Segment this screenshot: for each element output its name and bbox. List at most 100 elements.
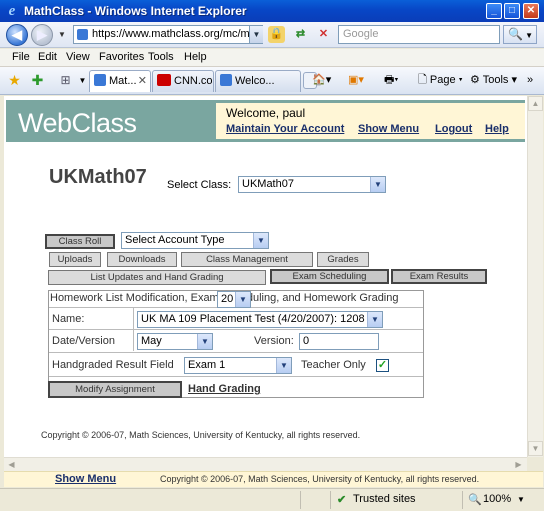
day-value: 20 <box>221 293 234 305</box>
user-panel: Welcome, paul Maintain Your Account Show… <box>216 103 525 139</box>
show-menu-link[interactable]: Show Menu <box>358 123 419 135</box>
menu-file[interactable]: File <box>12 51 30 63</box>
history-dropdown-icon[interactable]: ▼ <box>58 30 66 39</box>
home-icon[interactable]: 🏠▾ <box>312 72 331 88</box>
help-link[interactable]: Help <box>485 123 509 135</box>
class-roll-button[interactable]: Class Roll <box>45 234 115 249</box>
zoom-icon[interactable]: 🔍 <box>468 493 482 506</box>
refresh-icon[interactable]: ⇄ <box>292 26 309 43</box>
uploads-button[interactable]: Uploads <box>49 252 101 267</box>
select-class-value: UKMath07 <box>242 178 294 190</box>
menu-view[interactable]: View <box>66 51 90 63</box>
horizontal-scrollbar[interactable]: ◀ ▶ <box>4 457 527 471</box>
favorites-star-icon[interactable]: ★ <box>6 72 23 89</box>
scroll-right-icon[interactable]: ▶ <box>511 458 526 471</box>
ie-logo-icon: e <box>8 3 16 19</box>
ie-page-icon <box>220 74 232 86</box>
zoom-level[interactable]: 100% <box>483 493 511 505</box>
menu-edit[interactable]: Edit <box>38 51 57 63</box>
window-title: MathClass - Windows Internet Explorer <box>24 4 247 18</box>
footer-show-menu-link[interactable]: Show Menu <box>55 473 116 485</box>
tab-mathclass[interactable]: Mat... ✕ <box>89 70 151 92</box>
menu-tools[interactable]: Tools <box>148 51 174 63</box>
security-zone: Trusted sites <box>353 493 416 505</box>
chevron-down-icon: ▼ <box>276 358 291 373</box>
ie-page-icon <box>94 74 106 86</box>
version-input[interactable]: 0 <box>299 333 379 350</box>
welcome-text: Welcome, paul <box>226 106 306 120</box>
handgraded-label: Handgraded Result Field <box>52 359 174 371</box>
chevron-down-icon: ▼ <box>370 177 385 192</box>
exam-results-button[interactable]: Exam Results <box>391 269 487 284</box>
page-menu-label: Page <box>429 74 456 86</box>
status-bar: ✔ Trusted sites 🔍 100% ▼ <box>0 488 544 511</box>
menu-bar: File Edit View Favorites Tools Help <box>0 49 544 67</box>
logout-link[interactable]: Logout <box>435 123 472 135</box>
account-type-dropdown[interactable]: Select Account Type ▼ <box>121 232 269 249</box>
forward-button[interactable]: ▶ <box>31 24 53 46</box>
month-value: May <box>141 335 162 347</box>
maximize-button[interactable]: □ <box>504 3 520 19</box>
scroll-up-icon[interactable]: ▲ <box>528 96 543 111</box>
zoom-dropdown-icon[interactable]: ▼ <box>517 495 525 504</box>
scroll-down-icon[interactable]: ▼ <box>528 441 543 456</box>
day-dropdown[interactable]: 20 ▼ <box>217 291 251 308</box>
chevron-more-icon[interactable]: » <box>527 72 533 88</box>
webclass-logo: WebClass <box>18 108 137 138</box>
search-button[interactable]: 🔍 ▼ <box>503 25 537 44</box>
address-toolbar: ◀ ▶ ▼ https://www.mathclass.org/mc/menuF… <box>0 22 544 48</box>
menu-favorites[interactable]: Favorites <box>99 51 144 63</box>
address-dropdown-icon[interactable]: ▼ <box>249 26 263 43</box>
chevron-down-icon: ▼ <box>367 312 382 327</box>
close-button[interactable]: ✕ <box>523 3 539 19</box>
tab-label: CNN.co... <box>174 75 213 87</box>
scroll-left-icon[interactable]: ◀ <box>4 458 19 471</box>
teacher-only-label: Teacher Only <box>301 359 366 371</box>
name-label: Name: <box>52 313 85 325</box>
add-favorites-icon[interactable]: ✚ <box>29 72 46 89</box>
search-input[interactable]: Google <box>338 25 500 44</box>
exam-scheduling-button[interactable]: Exam Scheduling <box>270 269 389 284</box>
page-menu[interactable]: 🗋 Page ▾ <box>418 72 463 88</box>
lock-icon[interactable]: 🔒 <box>268 26 285 43</box>
select-class-label: Select Class: <box>167 179 232 191</box>
back-button[interactable]: ◀ <box>6 24 28 46</box>
class-management-button[interactable]: Class Management <box>181 252 313 267</box>
address-bar[interactable]: https://www.mathclass.org/mc/menuF <box>73 25 263 44</box>
list-updates-button[interactable]: List Updates and Hand Grading <box>48 270 266 285</box>
search-icon: 🔍 <box>508 27 523 41</box>
hand-grading-link[interactable]: Hand Grading <box>188 383 261 395</box>
cnn-icon <box>157 74 171 86</box>
minimize-button[interactable]: _ <box>486 3 502 19</box>
modify-assignment-button[interactable]: Modify Assignment <box>48 381 182 398</box>
maintain-account-link[interactable]: Maintain Your Account <box>226 123 344 135</box>
account-type-value: Select Account Type <box>125 234 225 246</box>
name-dropdown[interactable]: UK MA 109 Placement Test (4/20/2007): 12… <box>137 311 383 328</box>
month-dropdown[interactable]: May ▼ <box>137 333 213 350</box>
site-favicon-icon <box>77 29 88 40</box>
vertical-scrollbar[interactable]: ▲ ▼ <box>527 96 543 457</box>
page-viewport: WebClass Welcome, paul Maintain Your Acc… <box>4 96 527 457</box>
chevron-down-icon: ▼ <box>235 292 250 307</box>
footer-copyright: Copyright © 2006-07, Math Sciences, Univ… <box>160 474 480 484</box>
tools-menu[interactable]: ⚙ Tools ▾ <box>470 72 517 88</box>
page-footer: Show Menu Copyright © 2006-07, Math Scie… <box>4 471 543 487</box>
feeds-icon[interactable]: ▣▾ <box>348 72 364 88</box>
select-class-dropdown[interactable]: UKMath07 ▼ <box>238 176 386 193</box>
chevron-down-icon: ▼ <box>253 233 268 248</box>
close-tab-icon[interactable]: ✕ <box>138 71 147 91</box>
stop-icon[interactable]: ✕ <box>315 26 332 43</box>
print-icon[interactable]: 🖶▾ <box>384 72 398 88</box>
tab-cnn[interactable]: CNN.co... <box>152 70 214 92</box>
handgraded-dropdown[interactable]: Exam 1 ▼ <box>184 357 292 374</box>
grades-button[interactable]: Grades <box>317 252 369 267</box>
tab-bar: ★ ✚ ⊞ ▼ Mat... ✕ CNN.co... Welco... 🏠▾ ▣… <box>0 67 544 95</box>
tab-welcome[interactable]: Welco... <box>215 70 301 92</box>
downloads-button[interactable]: Downloads <box>107 252 177 267</box>
page-icon: 🗋 <box>418 74 427 86</box>
window-titlebar: e MathClass - Windows Internet Explorer … <box>0 0 544 22</box>
tab-label: Mat... <box>109 75 137 87</box>
quick-tabs-icon[interactable]: ⊞ <box>57 72 74 89</box>
teacher-only-checkbox[interactable]: ✓ <box>376 359 389 372</box>
menu-help[interactable]: Help <box>184 51 207 63</box>
